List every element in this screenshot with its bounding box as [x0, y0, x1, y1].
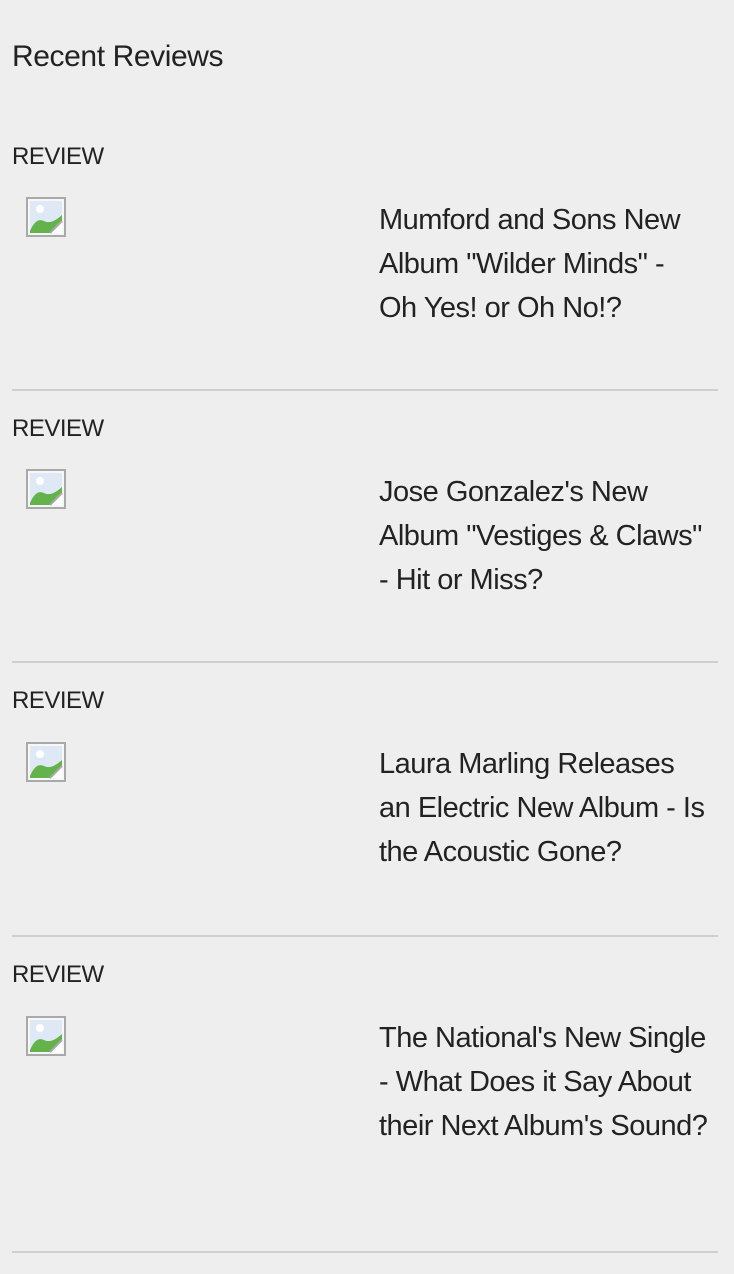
review-kicker: REVIEW: [12, 961, 104, 988]
review-thumbnail-link[interactable]: [26, 197, 66, 237]
review-item: REVIEW Laura Marling Releases an Electri…: [12, 686, 718, 939]
review-headline-link[interactable]: Jose Gonzalez's New Album "Vestiges & Cl…: [379, 470, 709, 602]
review-thumbnail-link[interactable]: [26, 742, 66, 782]
review-divider: [12, 1251, 718, 1253]
review-headline-link[interactable]: The National's New Single - What Does it…: [379, 1016, 709, 1148]
review-kicker: REVIEW: [12, 687, 104, 714]
review-thumbnail-link[interactable]: [26, 469, 66, 509]
review-item: REVIEW Mumford and Sons New Album "Wilde…: [12, 142, 718, 393]
broken-image-icon: [26, 742, 66, 782]
review-item: REVIEW Jose Gonzalez's New Album "Vestig…: [12, 414, 718, 665]
review-divider: [12, 935, 718, 937]
recent-reviews-page: Recent Reviews REVIEW Mumford and Sons N…: [0, 0, 734, 1274]
review-item: REVIEW The National's New Single - What …: [12, 960, 718, 1256]
broken-image-icon: [26, 469, 66, 509]
review-divider: [12, 661, 718, 663]
review-kicker: REVIEW: [12, 415, 104, 442]
review-divider: [12, 389, 718, 391]
broken-image-icon: [26, 1016, 66, 1056]
review-headline-link[interactable]: Mumford and Sons New Album "Wilder Minds…: [379, 198, 709, 330]
review-headline-link[interactable]: Laura Marling Releases an Electric New A…: [379, 742, 709, 874]
section-title: Recent Reviews: [12, 40, 224, 73]
broken-image-icon: [26, 197, 66, 237]
review-kicker: REVIEW: [12, 143, 104, 170]
review-thumbnail-link[interactable]: [26, 1016, 66, 1056]
